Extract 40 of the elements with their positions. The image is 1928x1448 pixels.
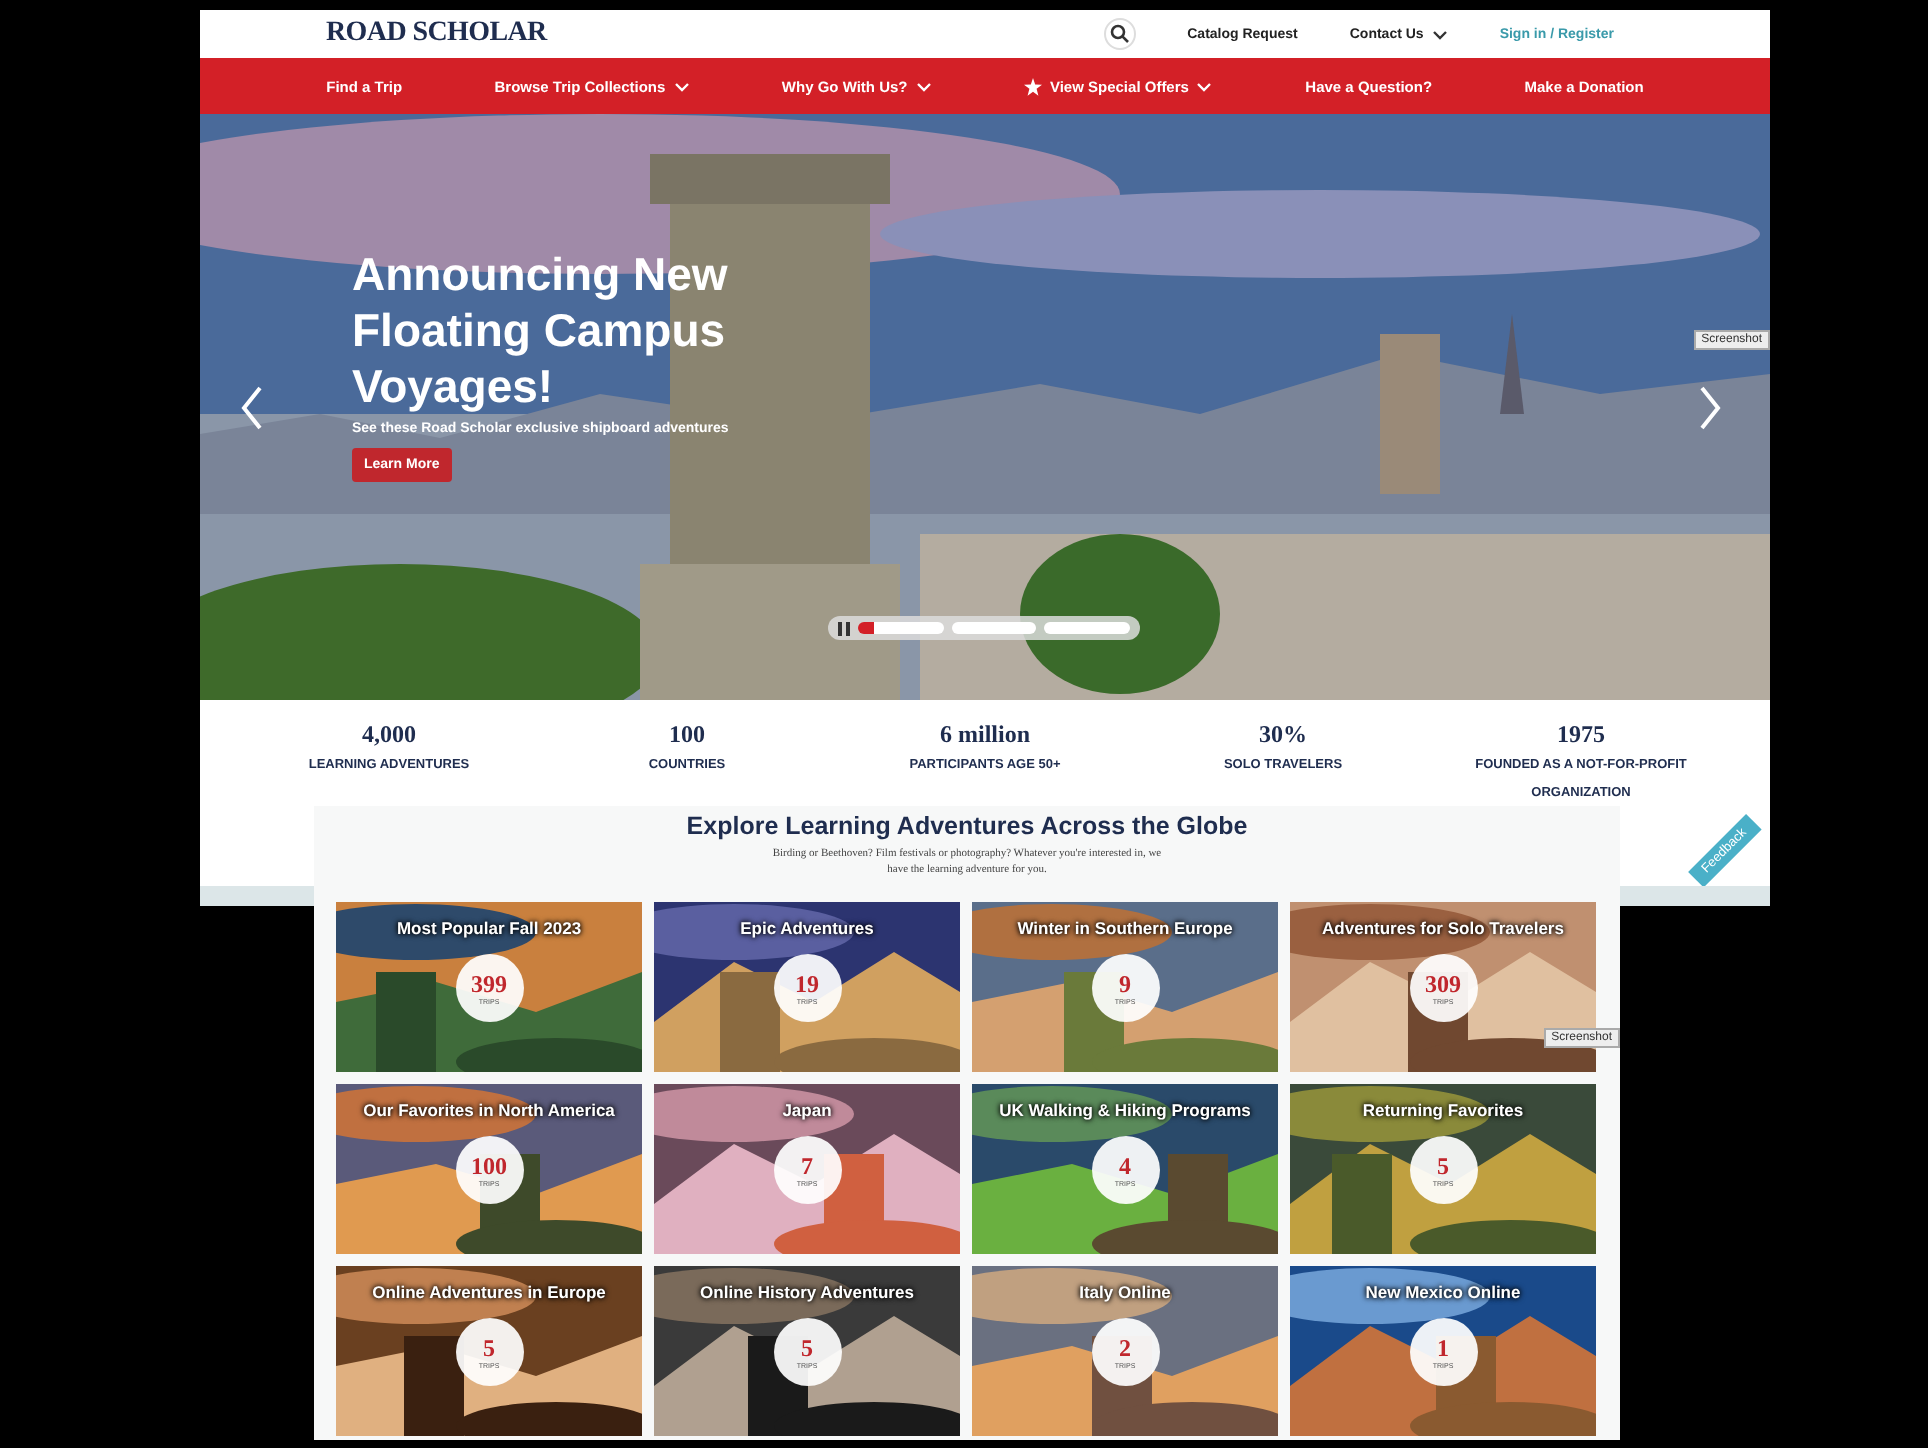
tile-title: Epic Adventures: [740, 918, 874, 938]
tile-title: Returning Favorites: [1362, 1100, 1524, 1120]
trip-count: 100: [471, 1153, 507, 1179]
stat-value: 100: [669, 720, 705, 750]
tile-title: Online History Adventures: [700, 1282, 914, 1302]
tile-title: New Mexico Online: [1365, 1282, 1521, 1302]
trip-count: 5: [483, 1335, 495, 1361]
tile-title: UK Walking & Hiking Programs: [999, 1100, 1251, 1120]
trip-count: 4: [1119, 1153, 1131, 1179]
trip-count: 7: [801, 1153, 813, 1179]
trip-count: 9: [1119, 971, 1131, 997]
caret-icon: [915, 81, 932, 91]
section-title: Explore Learning Adventures Across the Globe: [686, 812, 1248, 840]
search-icon: [1109, 24, 1130, 44]
stat-value: 6 million: [939, 720, 1030, 750]
trip-count: 19: [795, 971, 819, 997]
search-button[interactable]: [1103, 18, 1136, 50]
star-icon: [1023, 77, 1042, 95]
tile-title: Winter in Southern Europe: [1017, 918, 1233, 938]
trip-count: 1: [1437, 1335, 1449, 1361]
stat-value: 4,000: [362, 720, 416, 750]
logo[interactable]: ROAD SCHOLAR: [326, 18, 547, 50]
tile-title: Italy Online: [1079, 1282, 1171, 1302]
tile-title: Online Adventures in Europe: [372, 1282, 606, 1302]
trip-count: 5: [801, 1335, 813, 1361]
stat-value: 30%: [1259, 720, 1307, 750]
trip-count: 2: [1119, 1335, 1131, 1361]
caret-icon: [1431, 29, 1448, 39]
hero-headline: Announcing New Floating Campus Voyages!: [352, 246, 730, 414]
slide-indicator[interactable]: [858, 622, 944, 634]
tile-title: Our Favorites in North America: [363, 1100, 615, 1120]
trip-count: 5: [1437, 1153, 1449, 1179]
trip-count: 399: [471, 971, 507, 997]
tile-title: Japan: [782, 1100, 832, 1120]
caret-icon: [1196, 81, 1213, 91]
stat-value: 1975: [1557, 720, 1605, 750]
pause-icon[interactable]: [838, 621, 850, 635]
trip-count: 309: [1425, 971, 1461, 997]
caret-icon: [673, 81, 690, 91]
tile-title: Adventures for Solo Travelers: [1322, 918, 1564, 938]
